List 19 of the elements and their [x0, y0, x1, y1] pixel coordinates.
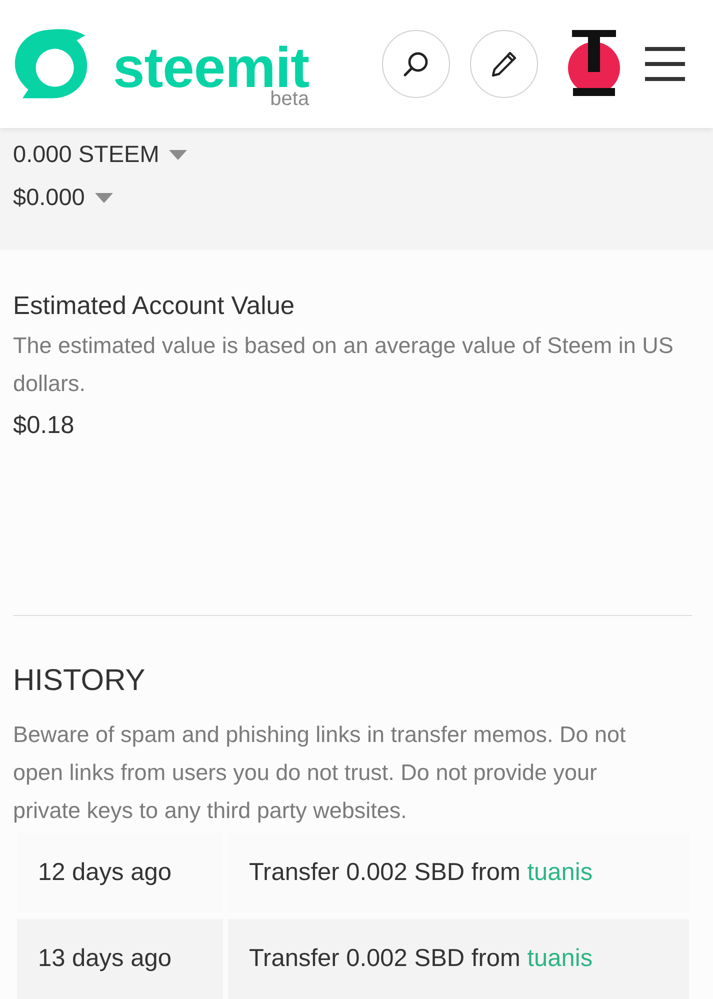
- caret-icon: [94, 192, 113, 202]
- search-icon: [402, 50, 430, 78]
- date-cell: 13 days ago: [17, 919, 223, 999]
- beta-label: beta: [270, 89, 310, 109]
- pencil-icon: [490, 50, 518, 78]
- avatar-image[interactable]: [567, 30, 621, 98]
- transfer-text: Transfer 0.002 SBD from tuanis: [249, 944, 593, 974]
- section-title: Estimated Account Value: [13, 291, 296, 322]
- caret-icon: [169, 150, 188, 160]
- transfer-text: Transfer 0.002 SBD from tuanis: [249, 858, 593, 888]
- menu-icon[interactable]: [645, 47, 685, 81]
- warning-text: Beware of spam and phishing links in transfer memos. Do not open links from users you do not trust. Do not provide your private keys to any third party websites.: [13, 721, 627, 825]
- balance-dropdown[interactable]: $0.000: [13, 176, 113, 219]
- balance-dropdown[interactable]: 0.000 STEEM: [13, 133, 188, 176]
- description-text: The estimated value is based on an average value of Steem in US dollars.: [13, 332, 674, 398]
- user-link[interactable]: tuanis: [527, 858, 593, 886]
- account-value: $0.18: [13, 411, 76, 441]
- user-link[interactable]: tuanis: [527, 944, 593, 972]
- history-title: HISTORY: [13, 663, 146, 699]
